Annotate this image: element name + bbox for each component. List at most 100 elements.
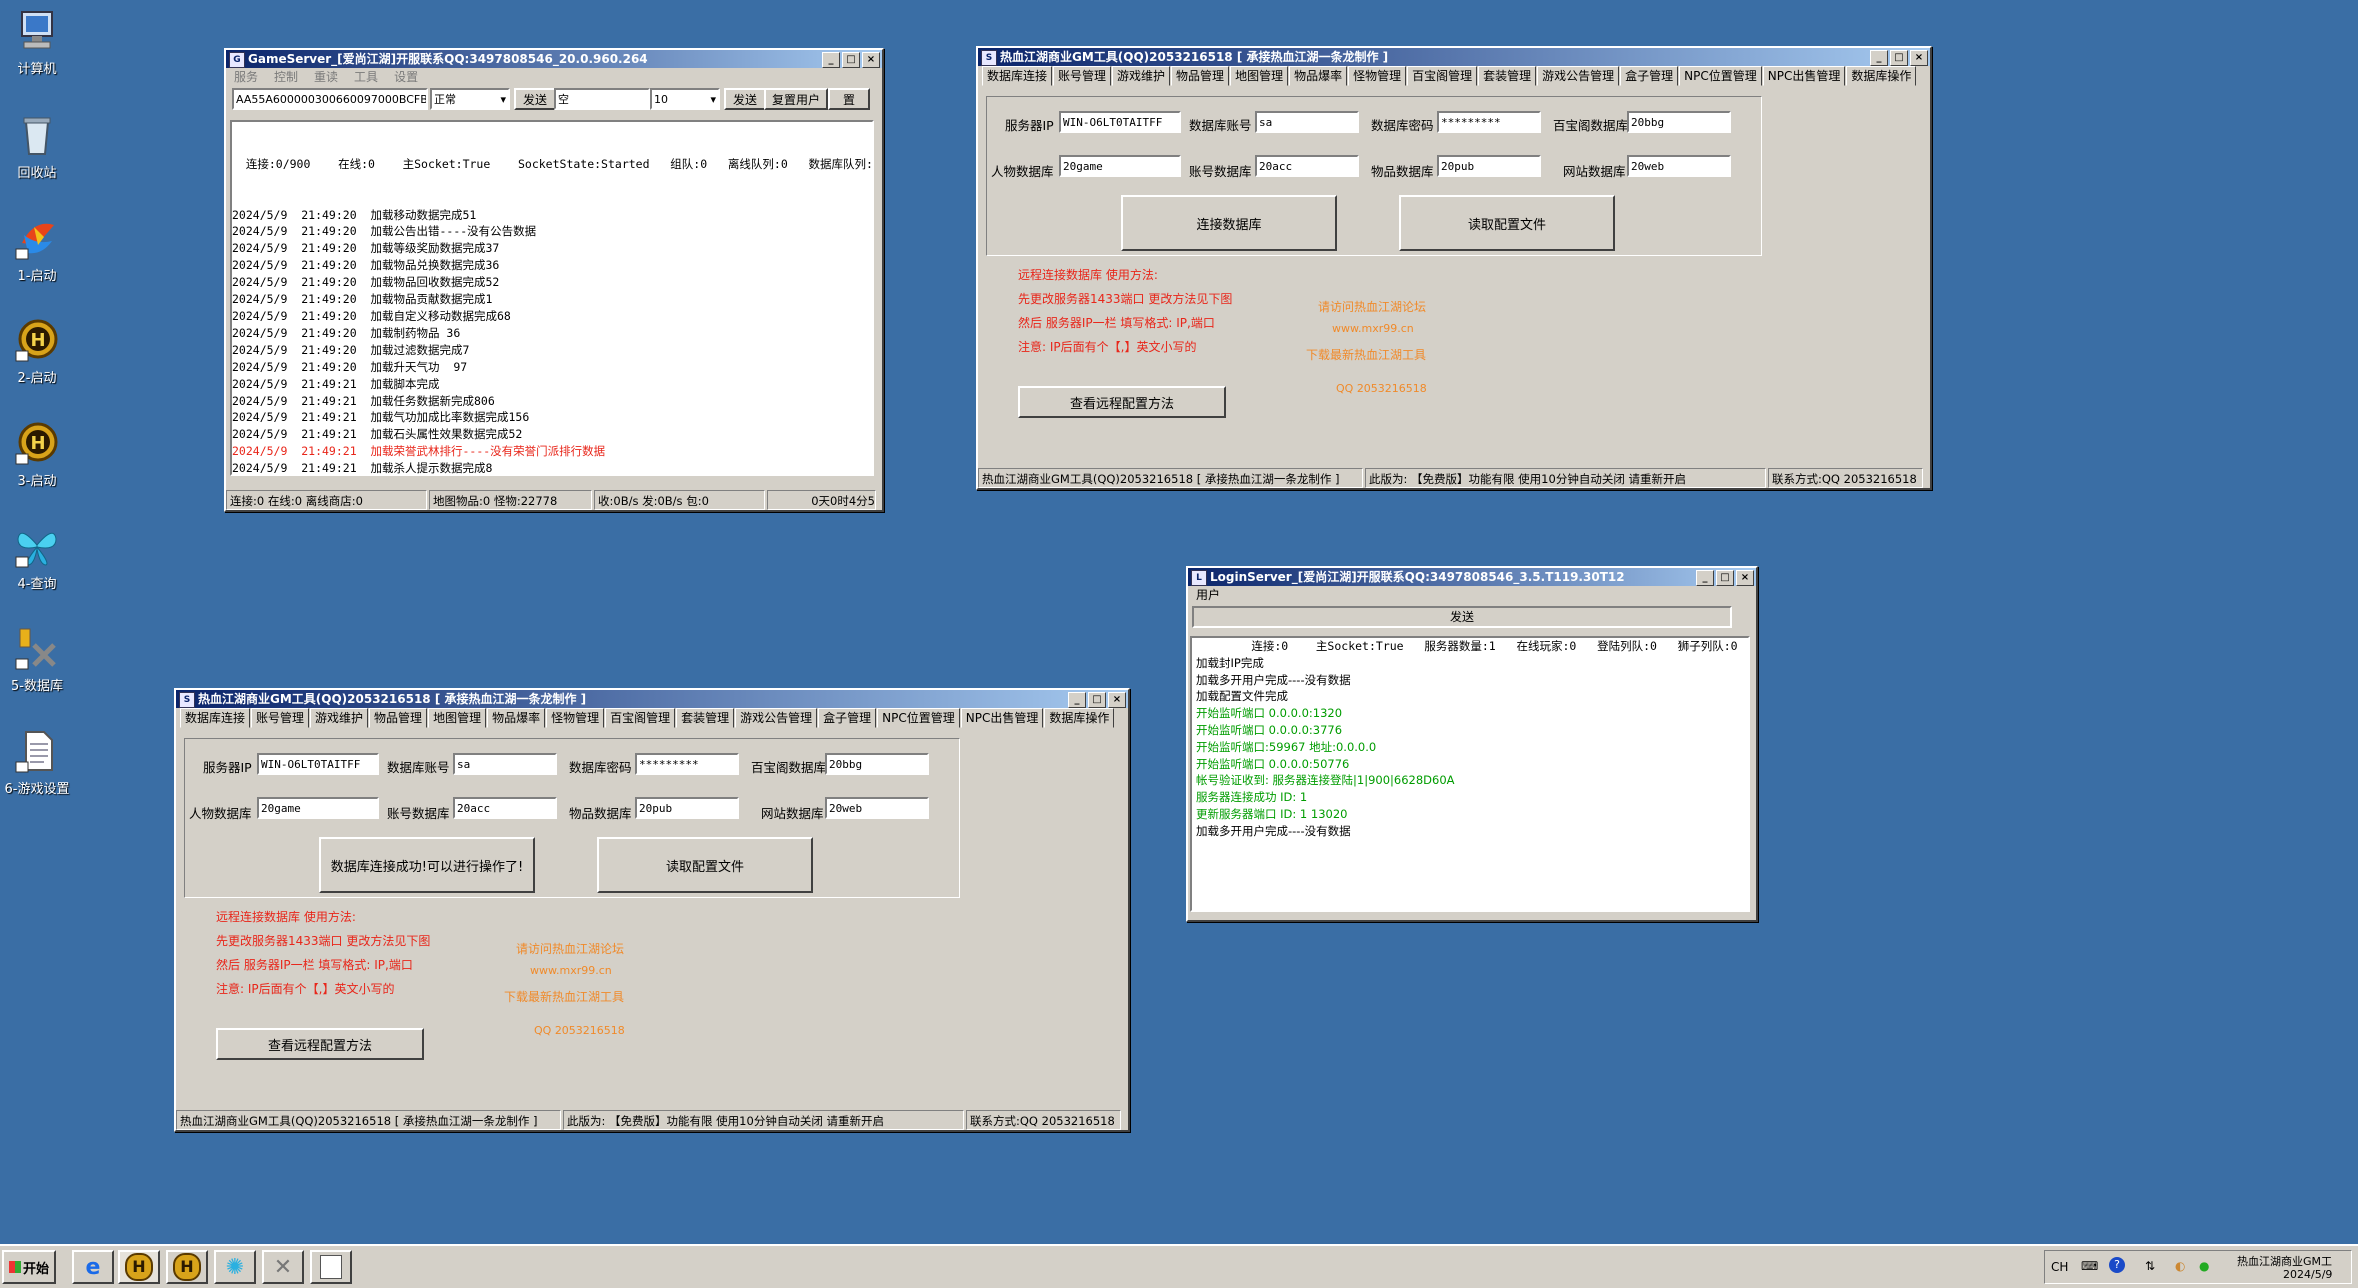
tab-item-11[interactable]: NPC位置管理	[1679, 66, 1762, 86]
volume-icon[interactable]: ◐	[2175, 1259, 2185, 1273]
db-password-input[interactable]: *********	[1437, 111, 1541, 133]
desktop-icon-launch-1[interactable]: 1-启动	[0, 215, 74, 284]
tab-item-5[interactable]: 物品爆率	[487, 708, 546, 728]
menu-reload[interactable]: 重读	[314, 68, 338, 86]
tab-item-11[interactable]: NPC位置管理	[877, 708, 960, 728]
tab-item-4[interactable]: 地图管理	[1230, 66, 1289, 86]
tab-item-1[interactable]: 账号管理	[1053, 66, 1112, 86]
menu-service[interactable]: 服务	[234, 68, 258, 86]
view-remote-config-button[interactable]: 查看远程配置方法	[216, 1028, 424, 1060]
account-db-input[interactable]: 20acc	[1255, 155, 1359, 177]
tab-db-connect[interactable]: 数据库连接	[982, 66, 1053, 86]
tab-item-2[interactable]: 游戏维护	[310, 708, 369, 728]
desktop-icon-database[interactable]: 5-数据库	[0, 625, 74, 694]
tab-item-6[interactable]: 怪物管理	[1348, 66, 1407, 86]
tab-item-2[interactable]: 游戏维护	[1112, 66, 1171, 86]
maximize-button[interactable]: □	[842, 52, 860, 68]
forum-url[interactable]: www.mxr99.cn	[530, 964, 612, 977]
title-bar[interactable]: S 热血江湖商业GM工具(QQ)2053216518 [ 承接热血江湖一条龙制作…	[978, 48, 1930, 66]
reset-user-button[interactable]: 复置用户	[764, 88, 828, 110]
minimize-button[interactable]: _	[1696, 570, 1714, 586]
close-button[interactable]: ×	[1108, 692, 1126, 708]
view-remote-config-button[interactable]: 查看远程配置方法	[1018, 386, 1226, 418]
desktop-icon-computer[interactable]: 计算机	[0, 8, 74, 77]
baibao-db-input[interactable]: 20bbg	[1627, 111, 1731, 133]
set-button[interactable]: 置	[828, 88, 870, 110]
packet-code-input[interactable]: AA55A600000300660097000BCFB	[232, 88, 428, 110]
minimize-button[interactable]: _	[1068, 692, 1086, 708]
tab-item-4[interactable]: 地图管理	[428, 708, 487, 728]
db-account-input[interactable]: sa	[453, 753, 557, 775]
tab-item-7[interactable]: 百宝阁管理	[605, 708, 676, 728]
tab-item-12[interactable]: NPC出售管理	[960, 708, 1044, 728]
account-db-input[interactable]: 20acc	[453, 797, 557, 819]
connect-db-button[interactable]: 连接数据库	[1121, 195, 1337, 251]
baibao-db-input[interactable]: 20bbg	[825, 753, 929, 775]
taskbar-item-game-1[interactable]: H	[118, 1250, 160, 1284]
download-link[interactable]: 下载最新热血江湖工具	[504, 988, 624, 1005]
title-bar[interactable]: S 热血江湖商业GM工具(QQ)2053216518 [ 承接热血江湖一条龙制作…	[176, 690, 1128, 708]
tab-item-5[interactable]: 物品爆率	[1289, 66, 1348, 86]
tab-item-6[interactable]: 怪物管理	[546, 708, 605, 728]
db-password-input[interactable]: *********	[635, 753, 739, 775]
menu-control[interactable]: 控制	[274, 68, 298, 86]
desktop-icon-query[interactable]: 4-查询	[0, 523, 74, 592]
desktop-icon-recycle-bin[interactable]: 回收站	[0, 112, 74, 181]
keyboard-icon[interactable]: ⌨	[2081, 1259, 2098, 1273]
tab-item-12[interactable]: NPC出售管理	[1762, 66, 1846, 86]
mode-select[interactable]: 正常 ▾	[430, 88, 510, 110]
read-config-button[interactable]: 读取配置文件	[1399, 195, 1615, 251]
forum-link[interactable]: 请访问热血江湖论坛	[1318, 298, 1426, 315]
char-db-input[interactable]: 20game	[257, 797, 379, 819]
tab-item-10[interactable]: 盒子管理	[818, 708, 877, 728]
menu-user[interactable]: 用户	[1196, 586, 1220, 604]
tab-item-9[interactable]: 游戏公告管理	[1537, 66, 1620, 86]
server-ip-input[interactable]: WIN-O6LT0TAITFF	[1059, 111, 1181, 133]
connect-db-button[interactable]: 数据库连接成功!可以进行操作了!	[319, 837, 535, 893]
taskbar-item-ie[interactable]: e	[72, 1250, 114, 1284]
maximize-button[interactable]: □	[1088, 692, 1106, 708]
help-icon[interactable]: ?	[2109, 1257, 2125, 1273]
tab-item-7[interactable]: 百宝阁管理	[1407, 66, 1478, 86]
tab-item-1[interactable]: 账号管理	[251, 708, 310, 728]
taskbar-item-query[interactable]: ✺	[214, 1250, 256, 1284]
taskbar-item-game-2[interactable]: H	[166, 1250, 208, 1284]
title-bar[interactable]: L LoginServer_[爱尚江湖]开服联系QQ:3497808546_3.…	[1188, 568, 1756, 586]
tab-item-13[interactable]: 数据库操作	[1846, 66, 1917, 86]
tab-item-10[interactable]: 盒子管理	[1620, 66, 1679, 86]
tab-item-3[interactable]: 物品管理	[369, 708, 428, 728]
language-indicator[interactable]: CH	[2051, 1260, 2068, 1274]
desktop-icon-launch-2[interactable]: H 2-启动	[0, 317, 74, 386]
db-account-input[interactable]: sa	[1255, 111, 1359, 133]
close-button[interactable]: ×	[1910, 50, 1928, 66]
item-db-input[interactable]: 20pub	[1437, 155, 1541, 177]
send-button-2[interactable]: 发送	[724, 88, 766, 110]
tab-db-connect[interactable]: 数据库连接	[180, 708, 251, 728]
tab-item-8[interactable]: 套装管理	[1478, 66, 1537, 86]
minimize-button[interactable]: _	[1870, 50, 1888, 66]
web-db-input[interactable]: 20web	[1627, 155, 1731, 177]
network-icon[interactable]: ⇅	[2145, 1259, 2155, 1273]
menu-settings[interactable]: 设置	[394, 68, 418, 86]
item-db-input[interactable]: 20pub	[635, 797, 739, 819]
download-link[interactable]: 下载最新热血江湖工具	[1306, 346, 1426, 363]
char-db-input[interactable]: 20game	[1059, 155, 1181, 177]
count-select[interactable]: 10 ▾	[650, 88, 720, 110]
minimize-button[interactable]: _	[822, 52, 840, 68]
taskbar-item-notepad[interactable]	[310, 1250, 352, 1284]
start-button[interactable]: 开始	[2, 1250, 56, 1284]
title-bar[interactable]: G GameServer_[爱尚江湖]开服联系QQ:3497808546_20.…	[226, 50, 882, 68]
tab-item-9[interactable]: 游戏公告管理	[735, 708, 818, 728]
tab-item-8[interactable]: 套装管理	[676, 708, 735, 728]
desktop-icon-game-settings[interactable]: 6-游戏设置	[0, 728, 74, 797]
maximize-button[interactable]: □	[1716, 570, 1734, 586]
command-input[interactable]: 发送	[1192, 606, 1732, 628]
read-config-button[interactable]: 读取配置文件	[597, 837, 813, 893]
send-button[interactable]: 发送	[1450, 610, 1474, 624]
forum-link[interactable]: 请访问热血江湖论坛	[516, 940, 624, 957]
tab-item-3[interactable]: 物品管理	[1171, 66, 1230, 86]
menu-tools[interactable]: 工具	[354, 68, 378, 86]
close-button[interactable]: ×	[1736, 570, 1754, 586]
taskbar-item-database[interactable]: ✕	[262, 1250, 304, 1284]
target-input[interactable]: 空	[554, 88, 650, 110]
